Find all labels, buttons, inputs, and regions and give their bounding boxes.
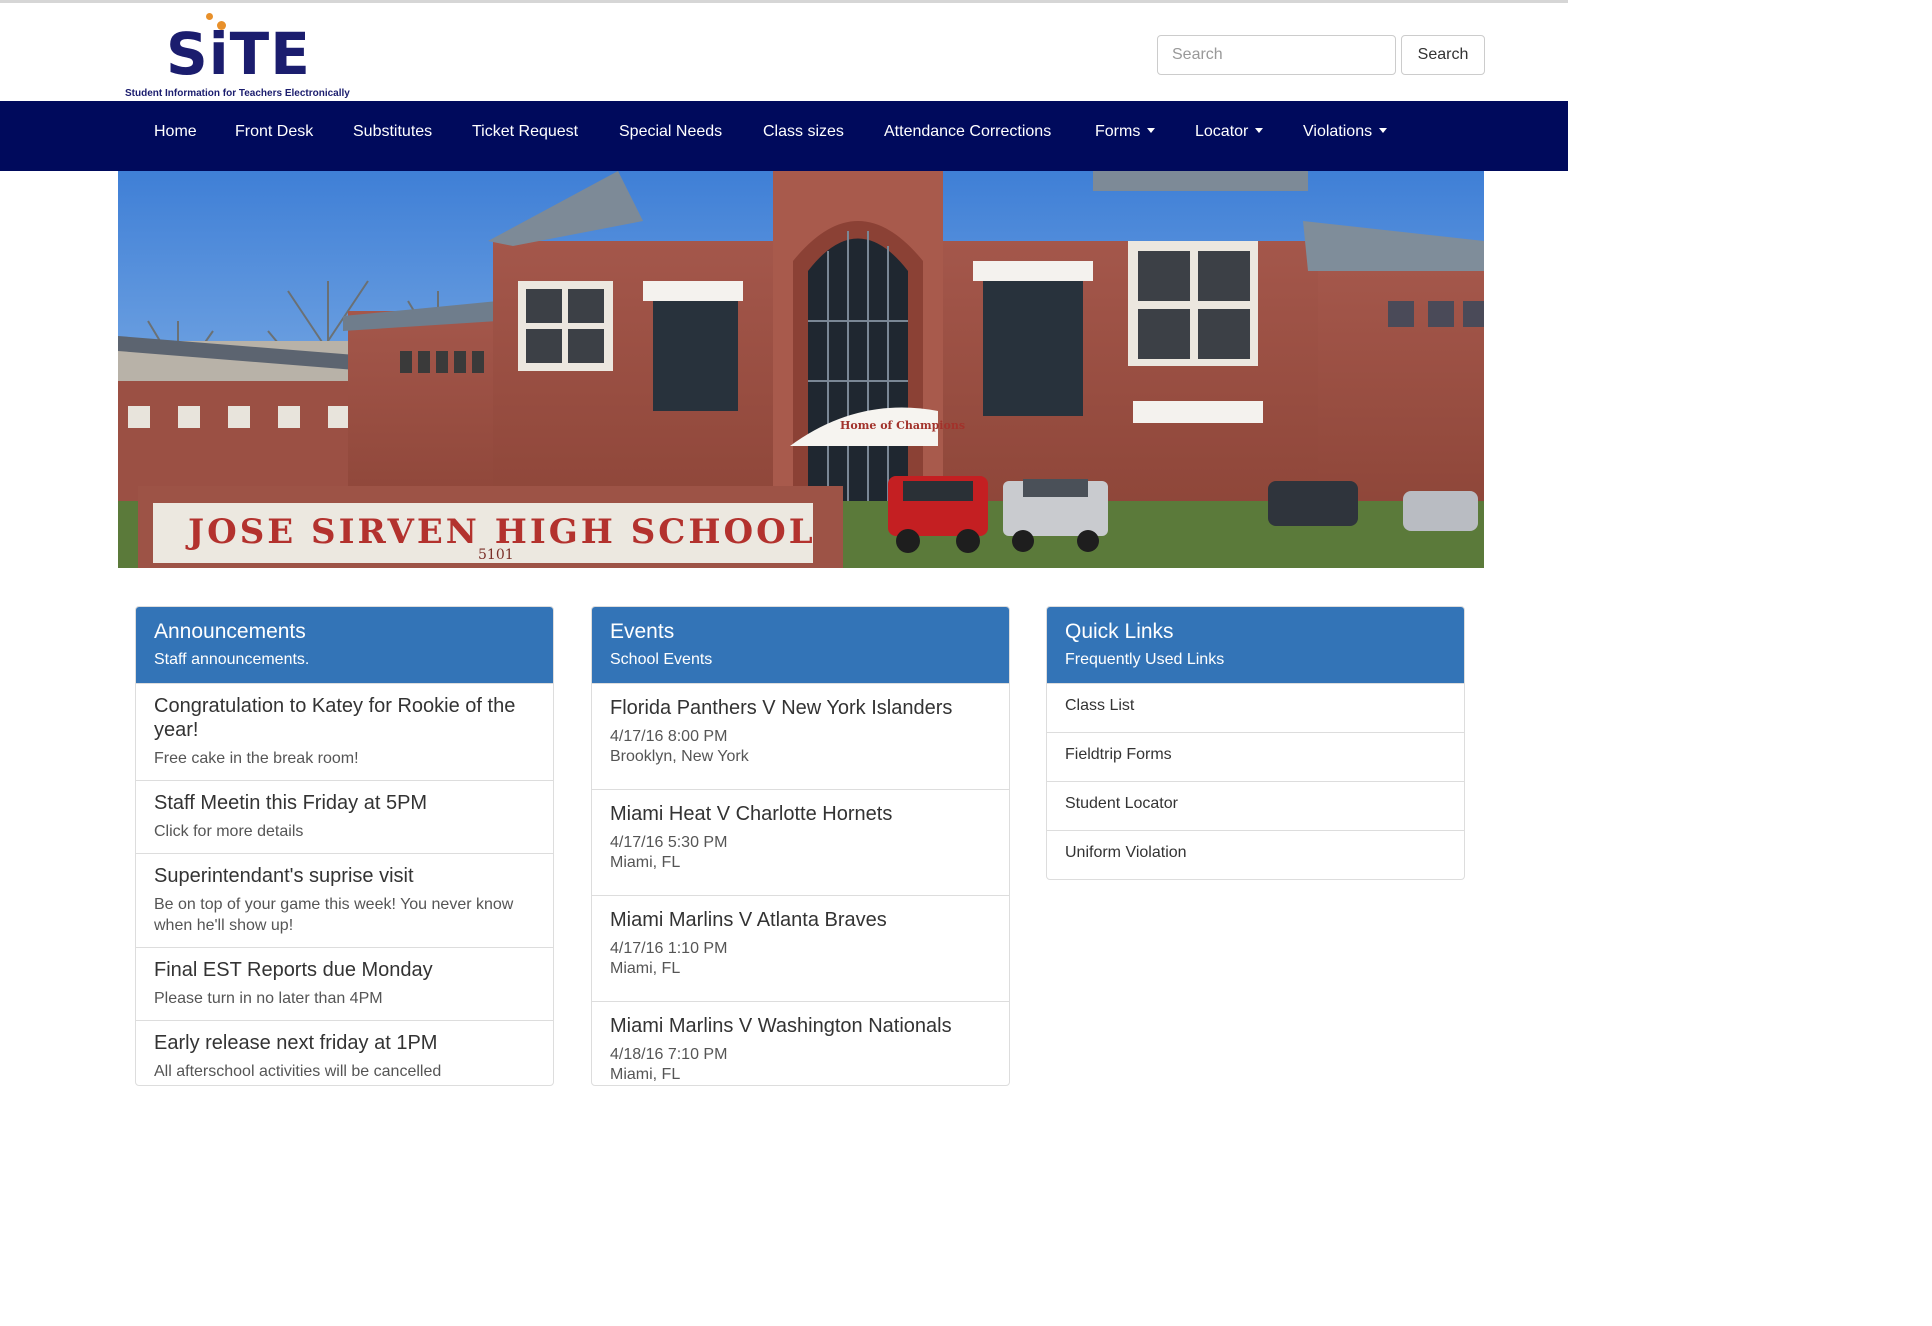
logo-wordmark: SiTE (166, 20, 311, 88)
announcement-title: Final EST Reports due Monday (154, 959, 433, 981)
caret-down-icon (1379, 128, 1388, 134)
announcements-title: Announcements (154, 620, 306, 643)
nav-ticket-request[interactable]: Ticket Request (472, 101, 578, 171)
event-title: Florida Panthers V New York Islanders (610, 697, 953, 719)
caret-down-icon (1255, 128, 1264, 134)
event-location: Miami, FL (610, 854, 681, 871)
announcement-item[interactable]: Congratulation to Katey for Rookie of th… (136, 683, 553, 780)
event-item[interactable]: Miami Marlins V Atlanta Braves 4/17/16 1… (592, 895, 1009, 1001)
announcement-item[interactable]: Staff Meetin this Friday at 5PM Click fo… (136, 780, 553, 853)
quick-links-panel: Quick Links Frequently Used Links Class … (1046, 606, 1465, 880)
event-date: 4/17/16 1:10 PM (610, 940, 728, 957)
announcements-subtitle: Staff announcements. (154, 651, 310, 668)
event-location: Miami, FL (610, 1066, 681, 1083)
quick-link-class-list[interactable]: Class List (1047, 683, 1464, 732)
event-title: Miami Marlins V Washington Nationals (610, 1015, 952, 1037)
logo-tagline: Student Information for Teachers Electro… (125, 88, 350, 99)
announcement-item[interactable]: Final EST Reports due Monday Please turn… (136, 947, 553, 1020)
hero-sign-number: 5101 (478, 547, 514, 563)
nav-home[interactable]: Home (154, 101, 197, 171)
site-header: SiTE Student Information for Teachers El… (0, 3, 1568, 101)
nav-class-sizes[interactable]: Class sizes (763, 101, 844, 171)
nav-violations-dropdown[interactable]: Violations (1303, 101, 1388, 171)
announcement-text: Click for more details (154, 823, 304, 840)
event-item[interactable]: Miami Heat V Charlotte Hornets 4/17/16 5… (592, 789, 1009, 895)
quick-link-uniform-violation[interactable]: Uniform Violation (1047, 830, 1464, 879)
quick-links-title: Quick Links (1065, 620, 1174, 643)
announcement-item[interactable]: Early release next friday at 1PM All aft… (136, 1020, 553, 1085)
announcements-panel: Announcements Staff announcements. Congr… (135, 606, 554, 1086)
announcement-title: Congratulation to Katey for Rookie of th… (154, 695, 516, 741)
nav-front-desk[interactable]: Front Desk (235, 101, 313, 171)
nav-substitutes[interactable]: Substitutes (353, 101, 432, 171)
announcement-item[interactable]: Superintendant's suprise visit Be on top… (136, 853, 553, 947)
nav-violations-label: Violations (1303, 123, 1373, 140)
events-subtitle: School Events (610, 651, 713, 668)
nav-locator-label: Locator (1195, 123, 1249, 140)
quick-link-student-locator[interactable]: Student Locator (1047, 781, 1464, 830)
nav-special-needs[interactable]: Special Needs (619, 101, 722, 171)
hero-sign-text: JOSE SIRVEN HIGH SCHOOL (185, 512, 816, 552)
hero-banner-text: Home of Champions (840, 419, 965, 432)
events-panel: Events School Events Florida Panthers V … (591, 606, 1010, 1086)
event-item[interactable]: Florida Panthers V New York Islanders 4/… (592, 683, 1009, 789)
event-date: 4/17/16 8:00 PM (610, 728, 728, 745)
main-navbar: Home Front Desk Substitutes Ticket Reque… (0, 101, 1568, 171)
event-title: Miami Marlins V Atlanta Braves (610, 909, 887, 931)
search-input[interactable] (1157, 35, 1396, 75)
announcements-header: Announcements Staff announcements. (136, 607, 553, 683)
announcement-title: Early release next friday at 1PM (154, 1032, 438, 1054)
events-title: Events (610, 620, 675, 643)
caret-down-icon (1147, 128, 1156, 134)
nav-locator-dropdown[interactable]: Locator (1195, 101, 1264, 171)
event-item[interactable]: Miami Marlins V Washington Nationals 4/1… (592, 1001, 1009, 1085)
hero-school-photo: Home of Champions JOSE SIRVEN HIGH SCHOO… (118, 171, 1484, 568)
announcement-text: Be on top of your game this week! You ne… (154, 896, 514, 934)
event-date: 4/17/16 5:30 PM (610, 834, 728, 851)
nav-attendance-corrections[interactable]: Attendance Corrections (884, 101, 1051, 171)
nav-forms-dropdown[interactable]: Forms (1095, 101, 1156, 171)
search-button[interactable]: Search (1401, 35, 1485, 75)
announcement-title: Superintendant's suprise visit (154, 865, 414, 887)
event-date: 4/18/16 7:10 PM (610, 1046, 728, 1063)
site-logo[interactable]: SiTE Student Information for Teachers El… (122, 11, 362, 99)
events-header: Events School Events (592, 607, 1009, 683)
announcement-text: All afterschool activities will be cance… (154, 1063, 442, 1080)
announcement-text: Please turn in no later than 4PM (154, 990, 383, 1007)
announcement-text: Free cake in the break room! (154, 750, 359, 767)
quick-links-header: Quick Links Frequently Used Links (1047, 607, 1464, 683)
nav-forms-label: Forms (1095, 123, 1141, 140)
quick-link-fieldtrip-forms[interactable]: Fieldtrip Forms (1047, 732, 1464, 781)
announcement-title: Staff Meetin this Friday at 5PM (154, 792, 428, 814)
event-location: Brooklyn, New York (610, 748, 749, 765)
event-location: Miami, FL (610, 960, 681, 977)
quick-links-subtitle: Frequently Used Links (1065, 651, 1225, 668)
event-title: Miami Heat V Charlotte Hornets (610, 803, 893, 825)
